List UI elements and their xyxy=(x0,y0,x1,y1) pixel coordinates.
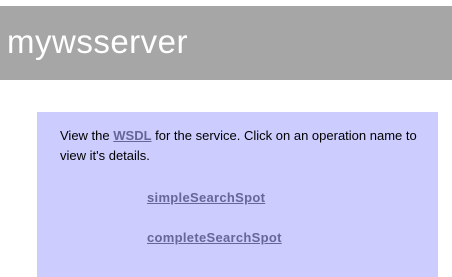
service-description: View the WSDL for the service. Click on … xyxy=(60,126,420,166)
intro-text-before: View the xyxy=(60,128,114,143)
service-panel: View the WSDL for the service. Click on … xyxy=(37,112,438,277)
operation-link-complete-search-spot[interactable]: completeSearchSpot xyxy=(147,230,282,245)
wsdl-link[interactable]: WSDL xyxy=(113,128,151,143)
page-title: mywsserver xyxy=(7,23,189,60)
operation-link-simple-search-spot[interactable]: simpleSearchSpot xyxy=(147,190,265,205)
page-header: mywsserver xyxy=(0,6,452,80)
